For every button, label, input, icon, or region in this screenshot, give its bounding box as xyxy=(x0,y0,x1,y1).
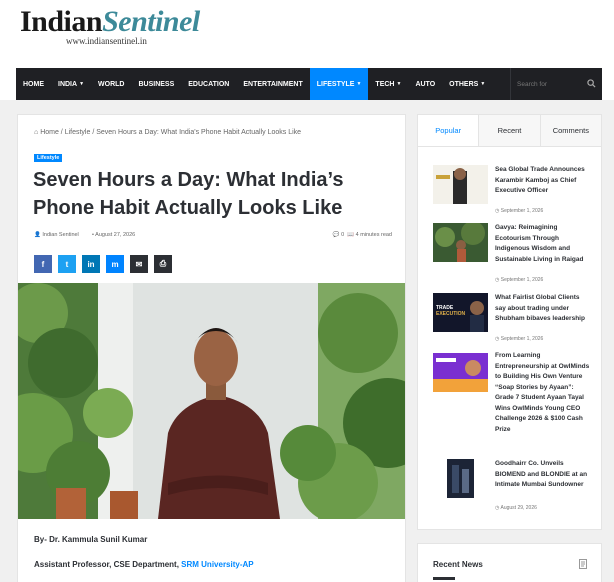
post-thumbnail[interactable] xyxy=(433,223,488,262)
facebook-icon: f xyxy=(41,259,45,269)
nav-wrapper: HOME INDIA ▼ WORLD BUSINESS EDUCATION ENT… xyxy=(0,68,614,100)
nav-item-world[interactable]: WORLD xyxy=(91,68,131,100)
chevron-down-icon: ▼ xyxy=(396,81,402,87)
facebook-share-button[interactable]: f xyxy=(34,255,52,273)
tab-popular[interactable]: Popular xyxy=(418,115,479,146)
post-date: ◷ August 29, 2026 xyxy=(495,505,537,511)
chevron-down-icon: ▼ xyxy=(480,81,486,87)
sidebar-post[interactable]: Gavya: Reimagining Ecotourism Through In… xyxy=(433,223,593,288)
recent-news-widget: Recent News xyxy=(417,543,602,582)
tab-recent[interactable]: Recent xyxy=(478,115,540,146)
post-thumbnail[interactable] xyxy=(447,459,474,498)
widget-title: Recent News xyxy=(433,560,483,569)
author-role: Assistant Professor, CSE Department, SRM… xyxy=(34,560,254,569)
category-badge[interactable]: Lifestyle xyxy=(34,154,63,162)
breadcrumb[interactable]: ⌂ Home / Lifestyle / Seven Hours a Day: … xyxy=(34,129,301,136)
site-header: IndianSentinel www.indiansentinel.in xyxy=(0,0,614,68)
share-buttons: f t in m ✉ ⎙ xyxy=(34,255,178,273)
post-title[interactable]: Goodhairr Co. Unveils BIOMEND and BLONDI… xyxy=(495,459,590,491)
read-time: 4 minutes read xyxy=(355,232,392,238)
article-title: Seven Hours a Day: What India’s Phone Ha… xyxy=(33,169,344,219)
post-title[interactable]: Gavya: Reimagining Ecotourism Through In… xyxy=(495,223,590,265)
sidebar-post[interactable]: From Learning Entrepreneurship at OwlMin… xyxy=(433,351,593,451)
nav-item-india[interactable]: INDIA ▼ xyxy=(51,68,91,100)
document-icon xyxy=(579,559,587,569)
widget-title-underline xyxy=(433,577,455,580)
nav-item-entertainment[interactable]: ENTERTAINMENT xyxy=(236,68,309,100)
messenger-share-button[interactable]: m xyxy=(106,255,124,273)
twitter-share-button[interactable]: t xyxy=(58,255,76,273)
twitter-icon: t xyxy=(65,259,69,269)
nav-item-others[interactable]: OTHERS ▼ xyxy=(442,68,492,100)
chevron-down-icon: ▼ xyxy=(356,81,362,87)
post-thumbnail[interactable] xyxy=(433,353,488,392)
search-icon[interactable] xyxy=(587,79,596,88)
logo-text-indian: Indian xyxy=(20,5,103,38)
post-date: ◷ September 1, 2026 xyxy=(495,336,544,342)
post-date: ◷ September 1, 2026 xyxy=(495,277,544,283)
search-input[interactable]: Search for xyxy=(510,68,602,100)
logo-text-sentinel: Sentinel xyxy=(102,5,200,38)
nav-item-business[interactable]: BUSINESS xyxy=(131,68,181,100)
post-title[interactable]: What Fairlist Global Clients say about t… xyxy=(495,293,590,325)
article-byline: By- Dr. Kammula Sunil Kumar xyxy=(34,535,148,544)
email-icon: ✉ xyxy=(135,259,143,269)
post-thumbnail[interactable] xyxy=(433,165,488,204)
sidebar-tabs-widget: Popular Recent Comments Sea Global Trade… xyxy=(417,114,602,530)
email-share-button[interactable]: ✉ xyxy=(130,255,148,273)
post-title[interactable]: From Learning Entrepreneurship at OwlMin… xyxy=(495,351,590,435)
featured-image xyxy=(18,283,405,519)
print-icon: ⎙ xyxy=(159,259,167,268)
post-title[interactable]: Sea Global Trade Announces Karambir Kamb… xyxy=(495,165,590,197)
nav-item-education[interactable]: EDUCATION xyxy=(181,68,236,100)
nav-item-auto[interactable]: AUTO xyxy=(408,68,442,100)
post-date: ◷ September 1, 2026 xyxy=(495,208,544,214)
search-placeholder: Search for xyxy=(517,80,547,88)
article-container: ⌂ Home / Lifestyle / Seven Hours a Day: … xyxy=(17,114,406,582)
sidebar-post[interactable]: Goodhairr Co. Unveils BIOMEND and BLONDI… xyxy=(433,459,593,519)
comment-count[interactable]: 0 xyxy=(341,232,344,238)
site-logo[interactable]: IndianSentinel www.indiansentinel.in xyxy=(20,5,200,47)
chevron-down-icon: ▼ xyxy=(79,81,85,87)
nav-item-home[interactable]: HOME xyxy=(16,68,51,100)
comment-icon: 💬 xyxy=(332,232,340,238)
nav-item-lifestyle[interactable]: LIFESTYLE ▼ xyxy=(309,68,369,100)
print-button[interactable]: ⎙ xyxy=(154,255,172,273)
svg-text:EXECUTION: EXECUTION xyxy=(436,311,466,317)
nav-item-tech[interactable]: TECH ▼ xyxy=(368,68,408,100)
post-thumbnail[interactable]: TRADE EXECUTION xyxy=(433,293,488,332)
read-time-icon: 📖 xyxy=(347,232,355,238)
university-link[interactable]: SRM University-AP xyxy=(181,560,253,569)
sidebar-post[interactable]: Sea Global Trade Announces Karambir Kamb… xyxy=(433,165,593,220)
publish-date: • August 27, 2026 xyxy=(92,232,136,238)
messenger-icon: m xyxy=(111,259,119,269)
author-link[interactable]: 👤 Indian Sentinel xyxy=(34,232,79,238)
linkedin-share-button[interactable]: in xyxy=(82,255,100,273)
tab-comments[interactable]: Comments xyxy=(539,115,601,146)
sidebar-post[interactable]: TRADE EXECUTION What Fairlist Global Clie… xyxy=(433,293,593,348)
main-nav: HOME INDIA ▼ WORLD BUSINESS EDUCATION ENT… xyxy=(16,68,602,100)
linkedin-icon: in xyxy=(87,259,95,269)
